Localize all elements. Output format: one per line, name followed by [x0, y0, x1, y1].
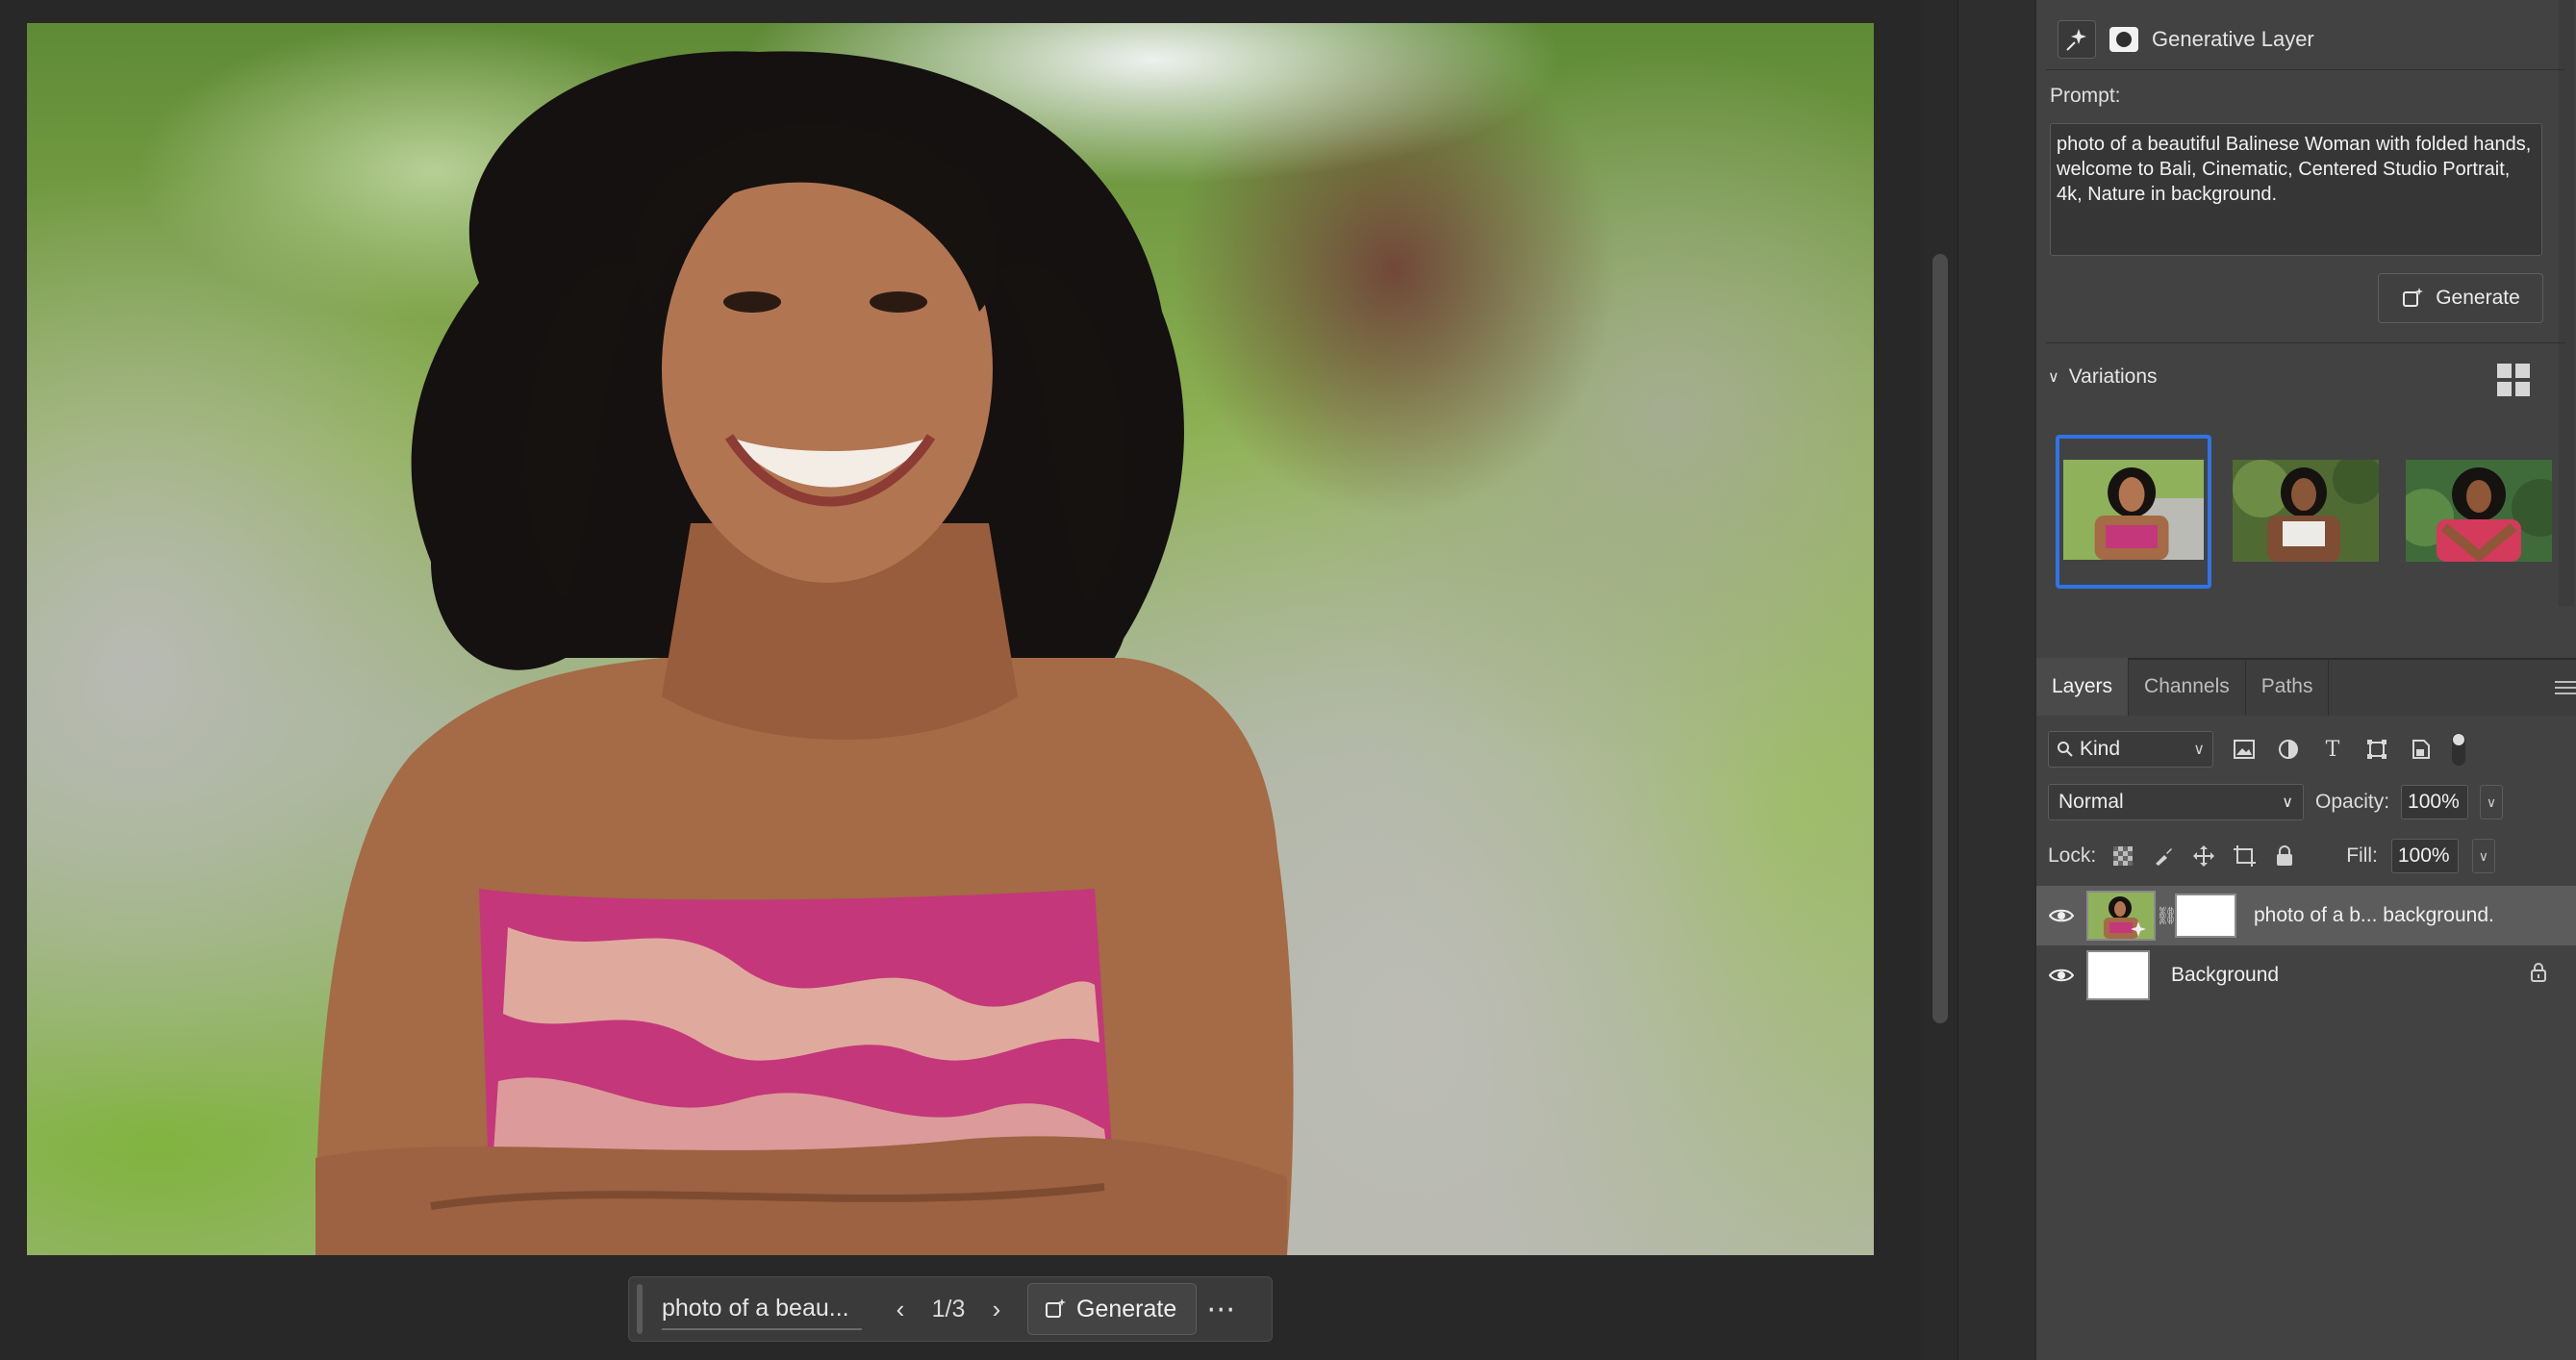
- grid-view-icon[interactable]: [2497, 364, 2530, 396]
- layer-row-background[interactable]: Background: [2036, 945, 2576, 1005]
- fill-dropdown-button[interactable]: ∨: [2471, 839, 2495, 873]
- more-horizontal-icon: ⋯: [1206, 1293, 1238, 1325]
- variation-thumbnail-2[interactable]: [2233, 460, 2379, 562]
- layer-row-generative[interactable]: ⛓ photo of a b... background.: [2036, 886, 2576, 945]
- blend-row: Normal ∨ Opacity: 100% ∨: [2048, 783, 2558, 821]
- portrait-subject: [316, 51, 1294, 1255]
- generative-layer-icon-button[interactable]: [2058, 20, 2096, 59]
- variation-image: [2406, 460, 2552, 562]
- opacity-input[interactable]: 100%: [2401, 785, 2469, 819]
- opacity-label: Opacity:: [2315, 791, 2390, 813]
- generate-icon: [1046, 1298, 1066, 1318]
- layer-name[interactable]: Background: [2171, 964, 2279, 987]
- layer-visibility-toggle[interactable]: [2036, 908, 2086, 923]
- chevron-down-icon: ∨: [2282, 794, 2293, 811]
- shape-filter-icon[interactable]: [2363, 736, 2390, 763]
- photoshop-window: photo of a beau... ‹ 1/3 › Generate ⋯ Ge…: [0, 0, 2576, 1360]
- taskbar-generate-label: Generate: [1076, 1295, 1177, 1322]
- layers-panel-tabs: Layers Channels Paths: [2036, 658, 2576, 716]
- prompt-label: Prompt:: [2050, 85, 2121, 107]
- generate-button[interactable]: Generate: [2378, 273, 2543, 323]
- taskbar-prompt-field[interactable]: photo of a beau...: [662, 1295, 862, 1330]
- canvas-workspace: [0, 0, 1924, 1360]
- variation-counter: 1/3: [931, 1295, 966, 1322]
- canvas-image[interactable]: [27, 23, 1874, 1255]
- fill-input[interactable]: 100%: [2390, 839, 2459, 873]
- fill-label: Fill:: [2346, 844, 2378, 867]
- smart-object-filter-icon[interactable]: [2408, 736, 2435, 763]
- layer-preview-image: [2088, 893, 2154, 939]
- pixel-filter-icon[interactable]: [2231, 736, 2258, 763]
- lock-position-icon[interactable]: [2190, 843, 2217, 869]
- chevron-down-icon: ∨: [2193, 742, 2205, 758]
- lock-icon[interactable]: [2530, 962, 2547, 989]
- blend-mode-value: Normal: [2058, 791, 2124, 813]
- search-icon: [2058, 742, 2073, 757]
- panel-menu-icon[interactable]: [2555, 681, 2576, 694]
- generate-button-label: Generate: [2436, 287, 2520, 309]
- taskbar-generate-button[interactable]: Generate: [1027, 1283, 1198, 1335]
- generate-icon: [2403, 288, 2424, 307]
- next-variation-button[interactable]: ›: [975, 1288, 1018, 1330]
- properties-scrollbar[interactable]: [2559, 0, 2574, 606]
- drag-handle[interactable]: [637, 1284, 643, 1334]
- lock-image-pixels-icon[interactable]: [2150, 843, 2177, 869]
- contextual-task-bar: photo of a beau... ‹ 1/3 › Generate ⋯: [628, 1276, 1273, 1342]
- chevron-down-icon: ∨: [2478, 847, 2488, 864]
- variations-label: Variations: [2068, 365, 2158, 388]
- eye-icon: [2049, 969, 2074, 982]
- lock-all-icon[interactable]: [2271, 843, 2298, 869]
- lock-transparent-pixels-icon[interactable]: [2109, 843, 2136, 869]
- divider: [2046, 342, 2565, 343]
- variation-image: [2233, 460, 2379, 562]
- filter-kind-select[interactable]: Kind ∨: [2048, 731, 2213, 768]
- divider: [2046, 69, 2565, 70]
- more-options-button[interactable]: ⋯: [1206, 1293, 1237, 1326]
- filter-toggle-switch[interactable]: [2452, 733, 2465, 766]
- variation-thumbnail-3[interactable]: [2406, 460, 2552, 562]
- chevron-left-icon: ‹: [896, 1294, 905, 1323]
- prompt-textarea[interactable]: photo of a beautiful Balinese Woman with…: [2050, 123, 2542, 256]
- previous-variation-button[interactable]: ‹: [879, 1288, 922, 1330]
- chevron-down-icon: ∨: [2048, 369, 2059, 386]
- variations-section-toggle[interactable]: ∨ Variations: [2048, 365, 2158, 389]
- layer-thumbnail[interactable]: [2086, 891, 2156, 941]
- layer-thumbnail[interactable]: [2086, 950, 2150, 1000]
- lock-label: Lock:: [2048, 844, 2097, 867]
- tab-paths[interactable]: Paths: [2246, 658, 2330, 716]
- blend-mode-select[interactable]: Normal ∨: [2048, 784, 2304, 820]
- layer-mask-icon[interactable]: [2109, 27, 2138, 52]
- link-chain-icon[interactable]: ⛓: [2156, 906, 2178, 926]
- chevron-right-icon: ›: [992, 1294, 1001, 1323]
- canvas-vertical-scrollbar[interactable]: [1924, 0, 1957, 1360]
- layer-name[interactable]: photo of a b... background.: [2254, 904, 2494, 927]
- lock-row: Lock: Fill: 100% ∨: [2048, 837, 2558, 875]
- variation-image: [2063, 460, 2204, 560]
- adjustment-filter-icon[interactable]: [2275, 736, 2302, 763]
- lock-artboard-icon[interactable]: [2231, 843, 2258, 869]
- generative-sparkle-icon: [2066, 29, 2086, 51]
- scrollbar-thumb[interactable]: [1932, 254, 1948, 1023]
- opacity-dropdown-button[interactable]: ∨: [2480, 785, 2504, 819]
- layer-mask-thumbnail[interactable]: [2175, 894, 2236, 938]
- type-filter-icon[interactable]: T: [2319, 736, 2346, 763]
- layer-filter-row: Kind ∨ T: [2048, 729, 2558, 769]
- filter-kind-label: Kind: [2080, 738, 2121, 760]
- chevron-down-icon: ∨: [2486, 793, 2497, 810]
- right-panel: Generative Layer Prompt: photo of a beau…: [2034, 0, 2576, 1360]
- eye-icon: [2049, 909, 2074, 922]
- layer-visibility-toggle[interactable]: [2036, 968, 2086, 983]
- layer-type-title: Generative Layer: [2152, 27, 2314, 51]
- variation-thumbnail-1[interactable]: [2056, 435, 2211, 589]
- variations-grid: [2056, 435, 2556, 589]
- tab-layers[interactable]: Layers: [2036, 658, 2130, 716]
- properties-header: Generative Layer: [2058, 15, 2558, 63]
- panel-gutter: [1957, 0, 2034, 1360]
- tab-channels[interactable]: Channels: [2129, 658, 2246, 716]
